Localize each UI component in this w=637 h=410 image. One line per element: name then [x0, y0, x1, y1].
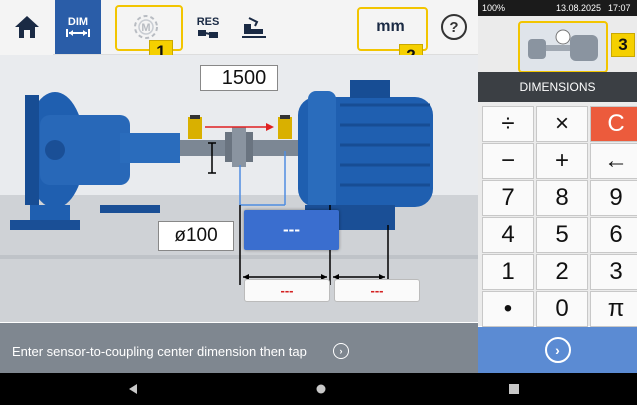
help-icon: ? — [449, 18, 459, 36]
status-date: 13.08.2025 — [556, 3, 602, 13]
instruction-next-icon: › — [333, 343, 349, 359]
next-icon: › — [544, 337, 571, 363]
results-icon — [198, 29, 218, 38]
res-label: RES — [196, 15, 220, 28]
rpm-field[interactable]: 1500 — [200, 65, 278, 91]
machine-thumbnail-icon — [528, 29, 598, 61]
dimensions-tab-button[interactable]: DIM — [55, 0, 101, 54]
key-3-1[interactable]: 5 — [536, 217, 588, 253]
key-1-2[interactable]: ← — [590, 143, 637, 179]
key-3-0[interactable]: 4 — [482, 217, 534, 253]
key-0-2[interactable]: C — [590, 106, 637, 142]
key-5-2[interactable]: π — [590, 291, 637, 327]
android-nav-bar — [0, 373, 637, 405]
coupling — [225, 127, 253, 167]
dimension-icon — [66, 28, 90, 37]
confirm-button[interactable]: › — [478, 327, 637, 373]
badge-3: 3 — [611, 33, 635, 57]
instruction-bar: Enter sensor-to-coupling center dimensio… — [0, 323, 478, 373]
dim-label: DIM — [67, 15, 89, 28]
status-time: 17:07 — [608, 3, 631, 13]
help-button[interactable]: ? — [441, 14, 467, 40]
android-home-icon[interactable] — [316, 384, 326, 394]
key-1-0[interactable]: − — [482, 143, 534, 179]
align-tab-button[interactable] — [232, 0, 276, 54]
coupling-to-foot-field[interactable]: --- — [244, 279, 330, 302]
measure-label: M — [141, 22, 150, 34]
foot-to-foot-field[interactable]: --- — [334, 279, 420, 302]
key-0-1[interactable]: × — [536, 106, 588, 142]
sensor-to-coupling-field[interactable]: --- — [244, 210, 339, 250]
measure-icon: M — [134, 15, 158, 39]
android-recent-icon[interactable] — [509, 384, 519, 394]
key-2-0[interactable]: 7 — [482, 180, 534, 216]
status-bar: 100% 13.08.2025 17:07 — [478, 0, 637, 16]
key-4-1[interactable]: 2 — [536, 254, 588, 290]
coupling-diameter-field[interactable]: ø100 — [158, 221, 234, 251]
key-4-2[interactable]: 3 — [590, 254, 637, 290]
home-button[interactable] — [0, 0, 53, 54]
instruction-text: Enter sensor-to-coupling center dimensio… — [12, 344, 307, 359]
key-5-0[interactable]: • — [482, 291, 534, 327]
battery-level: 100% — [482, 3, 506, 13]
key-2-2[interactable]: 9 — [590, 180, 637, 216]
key-3-2[interactable]: 6 — [590, 217, 637, 253]
results-tab-button[interactable]: RES — [186, 0, 230, 54]
home-icon — [14, 16, 39, 38]
panel-title: DIMENSIONS — [478, 72, 637, 102]
align-icon — [242, 17, 266, 38]
key-4-0[interactable]: 1 — [482, 254, 534, 290]
android-back-icon[interactable] — [129, 384, 137, 394]
key-5-1[interactable]: 0 — [536, 291, 588, 327]
machine-thumbnail-button[interactable] — [518, 21, 608, 73]
key-1-1[interactable]: + — [536, 143, 588, 179]
key-0-0[interactable]: ÷ — [482, 106, 534, 142]
key-2-1[interactable]: 8 — [536, 180, 588, 216]
units-button[interactable]: mm — [360, 10, 421, 44]
